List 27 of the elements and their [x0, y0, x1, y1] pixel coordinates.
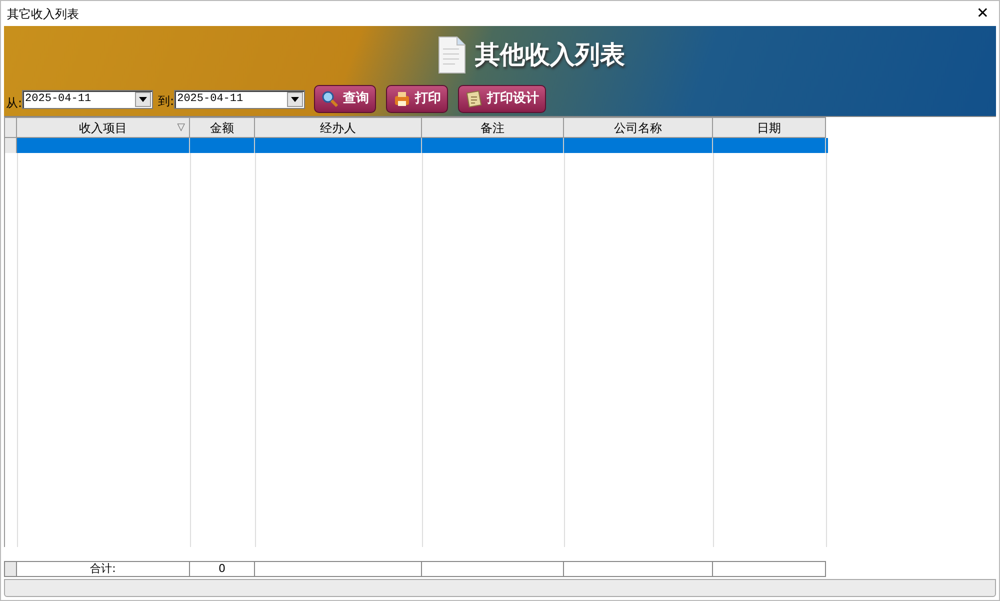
column-header[interactable]: 收入项目 ▽ [17, 117, 190, 138]
document-icon [465, 90, 484, 108]
from-label: 从: [6, 95, 22, 112]
row-header [4, 561, 17, 577]
column-header[interactable]: 日期 [713, 117, 826, 138]
column-header[interactable]: 经办人 [255, 117, 422, 138]
toolbar-button[interactable]: 打印 [386, 85, 448, 113]
sort-indicator[interactable]: ▽ [177, 120, 185, 135]
close-button[interactable]: ✕ [972, 2, 993, 25]
column-header[interactable]: 金额 [190, 117, 255, 138]
to-label: 到: [158, 93, 174, 110]
column-header[interactable]: 公司名称 [564, 117, 713, 138]
date-value: 2025-04-11 [24, 92, 92, 107]
toolbar-button[interactable]: 打印设计 [458, 85, 546, 113]
date-value: 2025-04-11 [176, 92, 244, 107]
table-row[interactable] [4, 138, 828, 153]
printer-icon [393, 90, 412, 108]
row-header-corner [4, 117, 17, 138]
date-dropdown[interactable]: 2025-04-11 [22, 90, 154, 108]
footer-cell: 0 [190, 561, 255, 577]
column-header[interactable]: 备注 [422, 117, 564, 138]
window-title: 其它收入列表 [7, 6, 79, 22]
magnifier-icon [321, 90, 340, 108]
toolbar-button[interactable]: 查询 [314, 85, 376, 113]
footer-cell: 合计: [17, 561, 190, 577]
date-dropdown[interactable]: 2025-04-11 [174, 90, 306, 108]
banner-title: 其他收入列表 [475, 39, 625, 72]
